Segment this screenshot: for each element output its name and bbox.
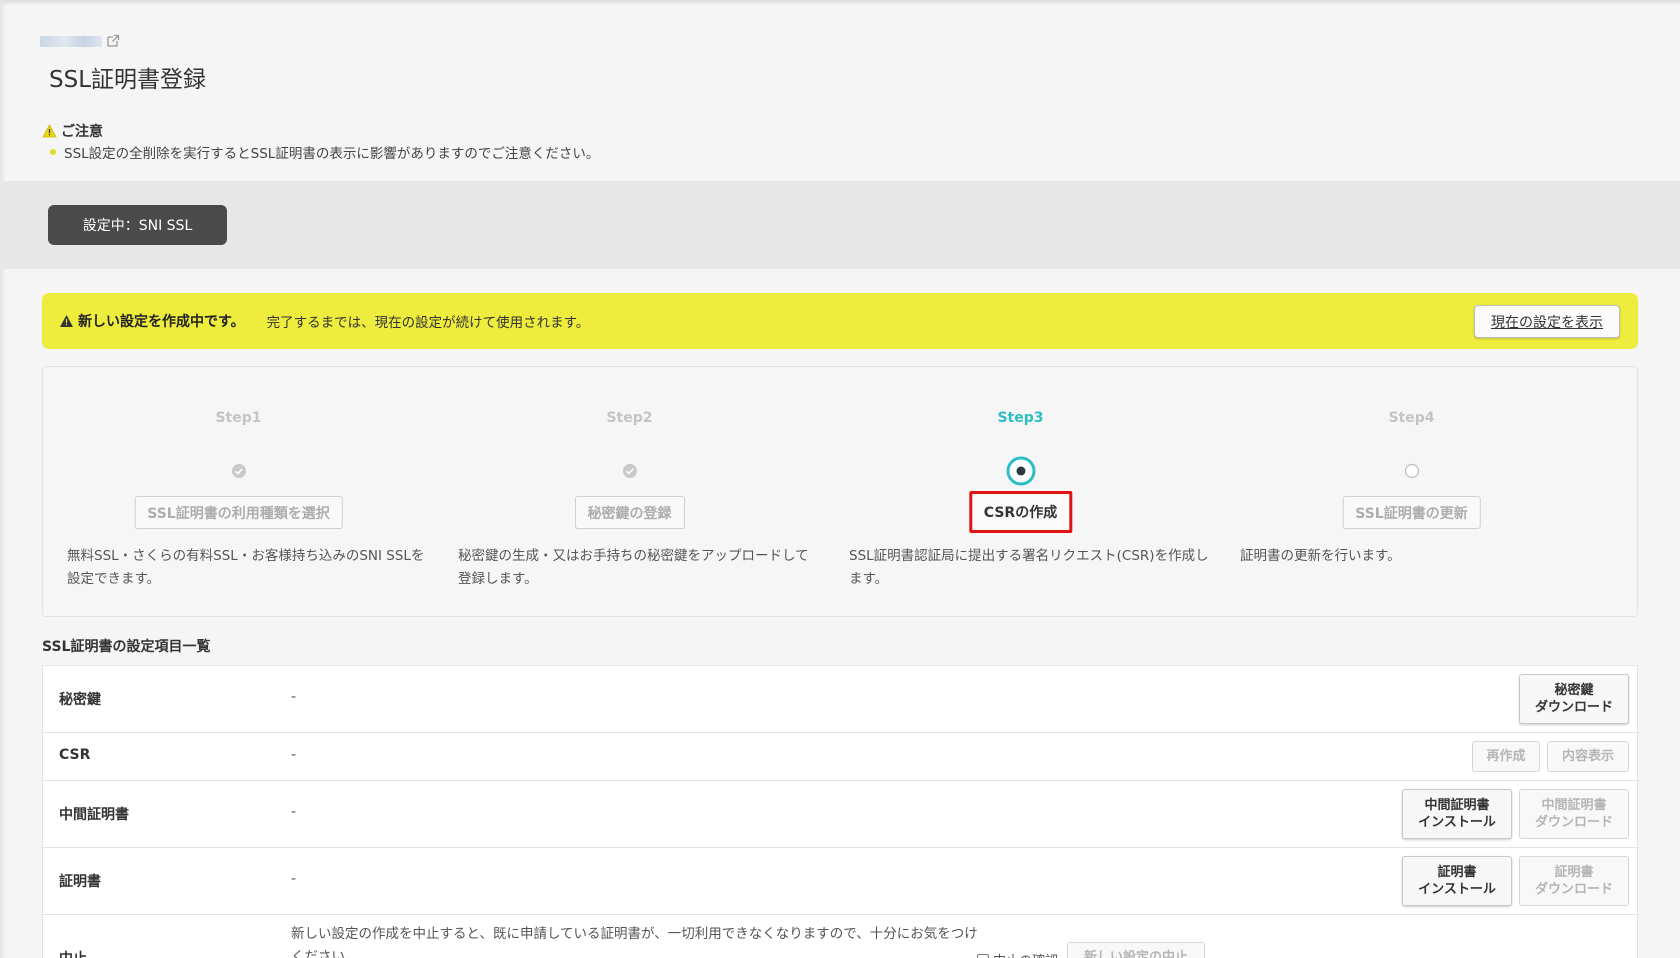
table-row-intermediate-cert: 中間証明書 - 中間証明書 インストール 中間証明書 ダウンロード — [43, 781, 1639, 848]
step-description: SSL証明書認証局に提出する署名リクエスト(CSR)を作成します。 — [849, 548, 1209, 587]
table-row-stop: 中止 新しい設定の作成を中止すると、既に申請している証明書が、一切利用できなくな… — [43, 915, 1639, 958]
check-circle-icon — [622, 464, 637, 478]
row-value: - — [291, 804, 297, 820]
table-row-private-key: 秘密鍵 - 秘密鍵 ダウンロード — [43, 666, 1639, 733]
warning-icon — [42, 124, 57, 138]
show-current-setting-button[interactable]: 現在の設定を表示 — [1474, 305, 1620, 338]
banner-warning: 新しい設定を作成中です。 — [59, 311, 245, 331]
notice-item: SSL設定の全削除を実行するとSSL証明書の表示に影響がありますのでご注意くださ… — [50, 142, 599, 162]
notice-text: SSL設定の全削除を実行するとSSL証明書の表示に影響がありますのでご注意くださ… — [64, 146, 600, 162]
stop-confirm-label: 中止の確認 — [993, 950, 1058, 958]
table-row-certificate: 証明書 - 証明書 インストール 証明書 ダウンロード — [43, 848, 1639, 915]
row-label: 証明書 — [59, 874, 101, 890]
row-actions: 秘密鍵 ダウンロード — [1519, 674, 1629, 724]
csr-recreate-button[interactable]: 再作成 — [1472, 741, 1540, 772]
row-value: - — [291, 747, 297, 763]
row-label: CSR — [59, 747, 91, 763]
stop-warning-text: 新しい設定の作成を中止すると、既に申請している証明書が、一切利用できなくなります… — [291, 926, 978, 958]
stop-new-setting-button[interactable]: 新しい設定の中止 — [1067, 942, 1205, 958]
domain-link[interactable] — [40, 34, 120, 48]
private-key-download-button[interactable]: 秘密鍵 ダウンロード — [1519, 674, 1629, 724]
row-actions: 証明書 インストール 証明書 ダウンロード — [1402, 856, 1629, 906]
current-setting-button[interactable]: 設定中：SNI SSL — [48, 205, 227, 245]
external-link-icon — [107, 34, 120, 47]
step-description: 証明書の更新を行います。 — [1240, 548, 1401, 564]
banner-message: 完了するまでは、現在の設定が続けて使用されます。 — [266, 315, 590, 331]
step-title: Step4 — [1388, 410, 1435, 426]
warning-icon — [60, 315, 73, 327]
status-band — [0, 181, 1680, 269]
checkbox-icon[interactable] — [977, 953, 989, 958]
step-1-button[interactable]: SSL証明書の利用種類を選択 — [134, 496, 343, 529]
step-title: Step2 — [606, 410, 653, 426]
certificate-download-button[interactable]: 証明書 ダウンロード — [1519, 856, 1629, 906]
row-label: 中間証明書 — [59, 807, 129, 823]
row-label: 中止 — [59, 948, 87, 958]
left-shadow — [0, 0, 6, 958]
settings-section-title: SSL証明書の設定項目一覧 — [42, 639, 211, 655]
certificate-install-button[interactable]: 証明書 インストール — [1402, 856, 1512, 906]
stop-confirm-checkbox[interactable]: 中止の確認 — [977, 950, 1058, 958]
settings-table: 秘密鍵 - 秘密鍵 ダウンロード CSR - 再作成 内容表示 中間証明書 - … — [42, 665, 1639, 958]
domain-name-redacted — [40, 35, 102, 47]
step-3: Step3 CSRの作成 SSL証明書認証局に提出する署名リクエスト(CSR)を… — [825, 367, 1216, 616]
active-step-radio-icon — [1006, 456, 1035, 486]
row-value: - — [291, 871, 297, 887]
step-3-button[interactable]: CSRの作成 — [968, 491, 1073, 533]
notice-title: ご注意 — [61, 124, 103, 140]
row-actions: 中間証明書 インストール 中間証明書 ダウンロード — [1402, 789, 1629, 839]
steps-panel: Step1 SSL証明書の利用種類を選択 無料SSL・さくらの有料SSL・お客様… — [42, 366, 1638, 617]
intermediate-cert-download-button[interactable]: 中間証明書 ダウンロード — [1519, 789, 1629, 839]
table-row-csr: CSR - 再作成 内容表示 — [43, 733, 1639, 781]
csr-view-button[interactable]: 内容表示 — [1547, 741, 1629, 772]
step-title: Step3 — [997, 410, 1044, 426]
step-2: Step2 秘密鍵の登録 秘密鍵の生成・又はお手持ちの秘密鍵をアップロードして登… — [434, 367, 825, 616]
empty-circle-icon — [1404, 463, 1419, 479]
row-actions: 新しい設定の中止 — [1067, 942, 1205, 958]
row-actions: 再作成 内容表示 — [1472, 741, 1629, 772]
step-description: 無料SSL・さくらの有料SSL・お客様持ち込みのSNI SSLを設定できます。 — [67, 548, 425, 587]
step-4-button[interactable]: SSL証明書の更新 — [1342, 496, 1481, 529]
step-1: Step1 SSL証明書の利用種類を選択 無料SSL・さくらの有料SSL・お客様… — [43, 367, 434, 616]
new-setting-banner: 新しい設定を作成中です。 完了するまでは、現在の設定が続けて使用されます。 現在… — [42, 293, 1638, 349]
step-description: 秘密鍵の生成・又はお手持ちの秘密鍵をアップロードして登録します。 — [458, 548, 809, 587]
row-label: 秘密鍵 — [59, 692, 101, 708]
step-4: Step4 SSL証明書の更新 証明書の更新を行います。 — [1216, 367, 1607, 616]
intermediate-cert-install-button[interactable]: 中間証明書 インストール — [1402, 789, 1512, 839]
bullet-icon — [50, 149, 56, 155]
page-title: SSL証明書登録 — [49, 67, 207, 93]
top-shadow — [0, 0, 1680, 6]
row-value: - — [291, 689, 297, 705]
step-title: Step1 — [215, 410, 262, 426]
banner-warning-text: 新しい設定を作成中です。 — [78, 314, 245, 330]
step-2-button[interactable]: 秘密鍵の登録 — [574, 496, 685, 529]
notice-heading: ご注意 — [42, 121, 103, 141]
check-circle-icon — [231, 464, 246, 478]
